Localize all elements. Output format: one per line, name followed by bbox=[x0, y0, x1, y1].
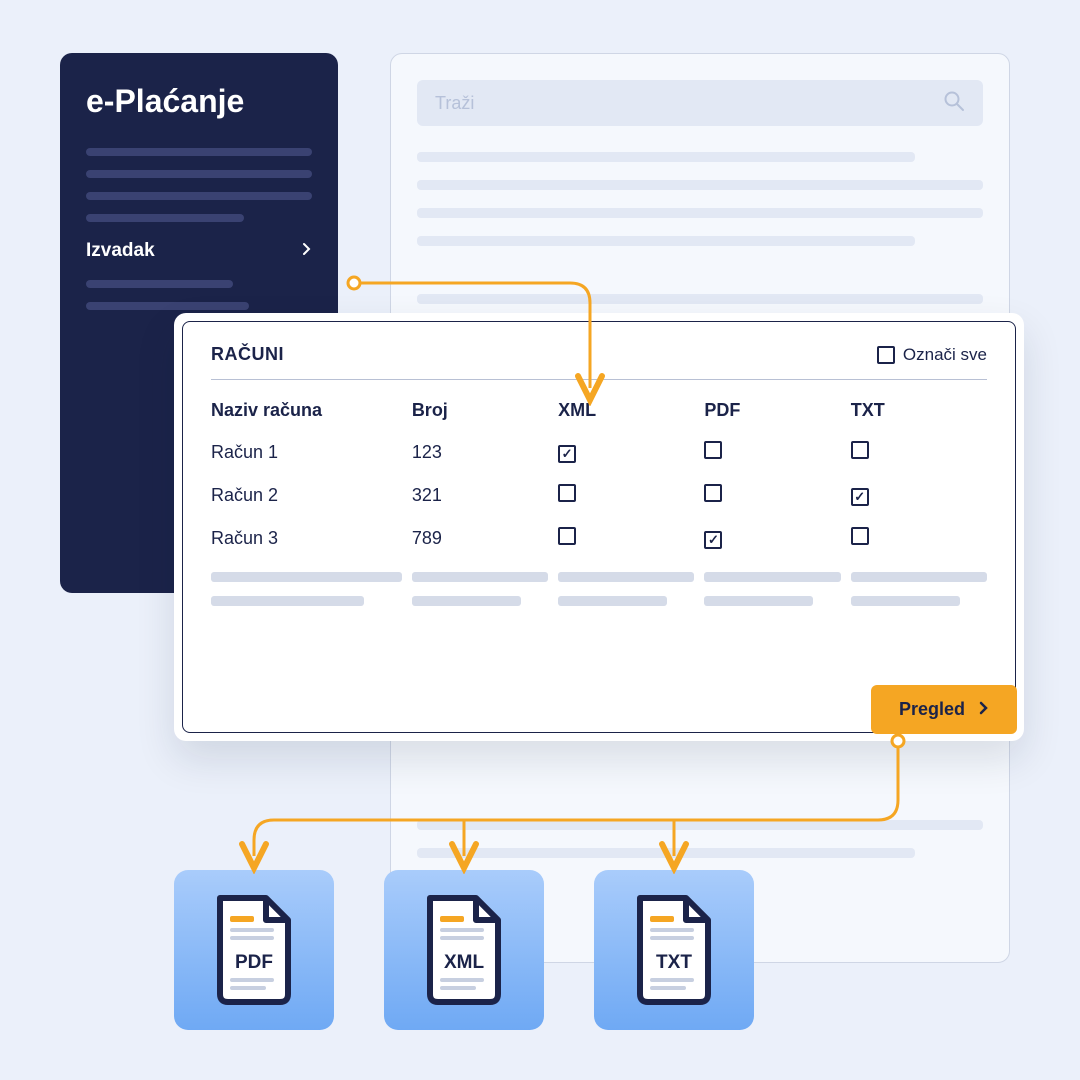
select-all-label: Označi sve bbox=[903, 345, 987, 365]
svg-text:TXT: TXT bbox=[656, 952, 692, 973]
row-number: 789 bbox=[412, 528, 548, 549]
search-input[interactable]: Traži bbox=[417, 80, 983, 126]
checkbox-pdf[interactable] bbox=[704, 531, 722, 549]
sidebar-placeholder-line bbox=[86, 280, 233, 288]
checkbox-xml[interactable] bbox=[558, 484, 576, 502]
table-placeholder-row bbox=[211, 596, 987, 606]
checkbox-pdf[interactable] bbox=[704, 441, 722, 459]
accounts-modal: RAČUNI Označi sve Naziv računa Broj XML … bbox=[174, 313, 1024, 741]
sidebar-placeholder-line bbox=[86, 170, 312, 178]
app-title: e-Plaćanje bbox=[86, 83, 312, 120]
chevron-right-icon bbox=[979, 699, 989, 720]
sidebar-item-label: Izvadak bbox=[86, 240, 155, 262]
modal-title: RAČUNI bbox=[211, 344, 284, 365]
pregled-button[interactable]: Pregled bbox=[871, 685, 1017, 734]
table-row: Račun 1 123 bbox=[211, 441, 987, 464]
checkbox-txt[interactable] bbox=[851, 441, 869, 459]
col-xml: XML bbox=[558, 400, 694, 421]
row-number: 321 bbox=[412, 485, 548, 506]
file-tile-txt[interactable]: TXT bbox=[594, 870, 754, 1030]
file-tile-pdf[interactable]: PDF bbox=[174, 870, 334, 1030]
content-placeholder-line bbox=[417, 180, 983, 190]
pregled-label: Pregled bbox=[899, 699, 965, 720]
content-placeholder-line bbox=[417, 152, 915, 162]
col-pdf: PDF bbox=[704, 400, 840, 421]
sidebar-placeholder-line bbox=[86, 214, 244, 222]
col-name: Naziv računa bbox=[211, 400, 402, 421]
select-all[interactable]: Označi sve bbox=[877, 345, 987, 365]
table-row: Račun 2 321 bbox=[211, 484, 987, 507]
search-placeholder: Traži bbox=[435, 93, 474, 114]
svg-text:XML: XML bbox=[444, 952, 485, 973]
table-placeholder-row bbox=[211, 572, 987, 582]
content-placeholder-line bbox=[417, 294, 983, 304]
content-placeholder-line bbox=[417, 820, 983, 830]
svg-text:PDF: PDF bbox=[235, 952, 273, 973]
checkbox-txt[interactable] bbox=[851, 527, 869, 545]
row-name: Račun 2 bbox=[211, 485, 402, 506]
chevron-right-icon bbox=[302, 240, 312, 262]
row-number: 123 bbox=[412, 442, 548, 463]
row-name: Račun 3 bbox=[211, 528, 402, 549]
row-name: Račun 1 bbox=[211, 442, 402, 463]
col-txt: TXT bbox=[851, 400, 987, 421]
content-placeholder-line bbox=[417, 848, 915, 858]
sidebar-placeholder-line bbox=[86, 302, 249, 310]
checkbox-txt[interactable] bbox=[851, 488, 869, 506]
sidebar-placeholder-line bbox=[86, 148, 312, 156]
checkbox-pdf[interactable] bbox=[704, 484, 722, 502]
checkbox-xml[interactable] bbox=[558, 527, 576, 545]
sidebar-placeholder-line bbox=[86, 192, 312, 200]
table-row: Račun 3 789 bbox=[211, 527, 987, 550]
table-header: Naziv računa Broj XML PDF TXT bbox=[211, 400, 987, 421]
col-number: Broj bbox=[412, 400, 548, 421]
select-all-checkbox[interactable] bbox=[877, 346, 895, 364]
checkbox-xml[interactable] bbox=[558, 445, 576, 463]
content-placeholder-line bbox=[417, 236, 915, 246]
content-placeholder-line bbox=[417, 208, 983, 218]
search-icon bbox=[943, 90, 965, 117]
sidebar-item-izvadak[interactable]: Izvadak bbox=[86, 240, 312, 262]
file-tile-xml[interactable]: XML bbox=[384, 870, 544, 1030]
